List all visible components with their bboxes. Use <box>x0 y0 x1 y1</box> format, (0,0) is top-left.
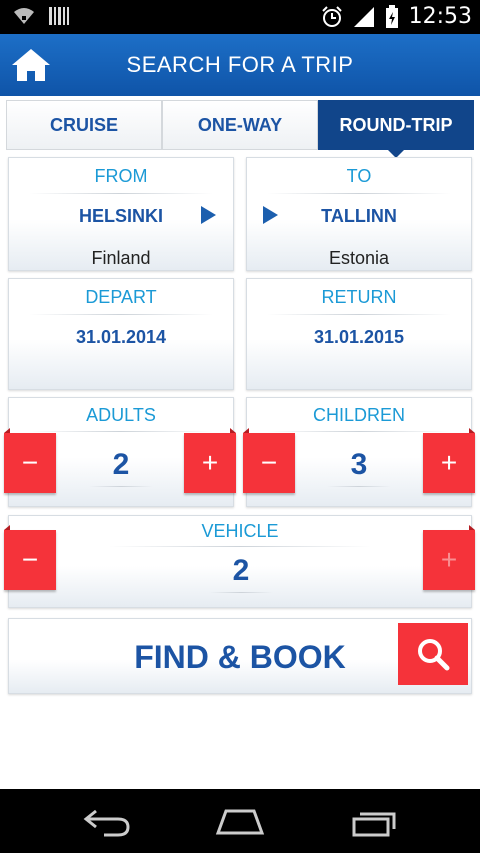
tab-one-way[interactable]: ONE-WAY <box>162 100 318 150</box>
recent-apps-icon[interactable] <box>350 807 400 837</box>
children-plus-button[interactable]: + <box>423 428 475 493</box>
alarm-icon <box>321 5 342 27</box>
from-city: HELSINKI <box>78 206 163 226</box>
divider <box>29 193 213 194</box>
vehicle-card: VEHICLE 2 <box>8 515 472 608</box>
children-count: 3 <box>350 448 368 481</box>
app-header: SEARCH FOR A TRIP <box>0 34 480 96</box>
children-label: CHILDREN <box>312 405 405 425</box>
signal-icon <box>353 6 374 27</box>
vehicle-minus-button[interactable]: − <box>4 525 56 590</box>
return-date: 31.01.2015 <box>313 327 405 347</box>
adults-count: 2 <box>112 448 130 481</box>
from-label: FROM <box>94 166 148 186</box>
to-country: Estonia <box>328 248 390 268</box>
depart-card[interactable]: DEPART 31.01.2014 <box>8 278 234 390</box>
vehicle-plus-button[interactable]: + <box>423 525 475 590</box>
return-label: RETURN <box>321 287 397 307</box>
search-icon <box>418 639 450 671</box>
battery-icon <box>385 4 398 28</box>
divider <box>29 431 213 432</box>
divider <box>89 486 153 487</box>
status-bar: 12:53 <box>0 0 480 34</box>
adults-label: ADULTS <box>86 405 156 425</box>
adults-plus-button[interactable]: + <box>184 428 236 493</box>
depart-label: DEPART <box>85 287 157 307</box>
to-card[interactable]: TO TALLINN Estonia <box>246 157 472 271</box>
page-title: SEARCH FOR A TRIP <box>126 52 354 77</box>
divider <box>109 546 371 547</box>
divider <box>29 314 213 315</box>
home-nav-icon[interactable] <box>214 807 266 837</box>
adults-minus-button[interactable]: − <box>4 428 56 493</box>
to-label: TO <box>346 166 372 186</box>
tab-round-trip[interactable]: ROUND-TRIP <box>318 100 474 158</box>
trip-type-tabs: CRUISE ONE-WAY ROUND-TRIP <box>6 100 474 158</box>
vehicle-label: VEHICLE <box>201 521 279 541</box>
to-city: TALLINN <box>321 206 397 226</box>
return-card[interactable]: RETURN 31.01.2015 <box>246 278 472 390</box>
back-icon[interactable] <box>82 807 132 837</box>
clock-time: 12:53 <box>408 4 472 29</box>
vehicle-count: 2 <box>232 554 250 587</box>
depart-date: 31.01.2014 <box>75 327 167 347</box>
divider <box>267 314 451 315</box>
children-minus-button[interactable]: − <box>243 428 295 493</box>
divider <box>267 431 451 432</box>
from-card[interactable]: FROM HELSINKI Finland <box>8 157 234 271</box>
barcode-icon <box>49 7 69 25</box>
from-country: Finland <box>91 248 151 268</box>
arrow-right-icon <box>201 206 216 224</box>
wifi-icon <box>14 8 34 24</box>
divider <box>327 486 391 487</box>
search-button[interactable] <box>398 623 468 685</box>
divider <box>267 193 451 194</box>
tab-cruise[interactable]: CRUISE <box>6 100 162 150</box>
system-nav-bar <box>0 789 480 853</box>
divider <box>209 592 273 593</box>
